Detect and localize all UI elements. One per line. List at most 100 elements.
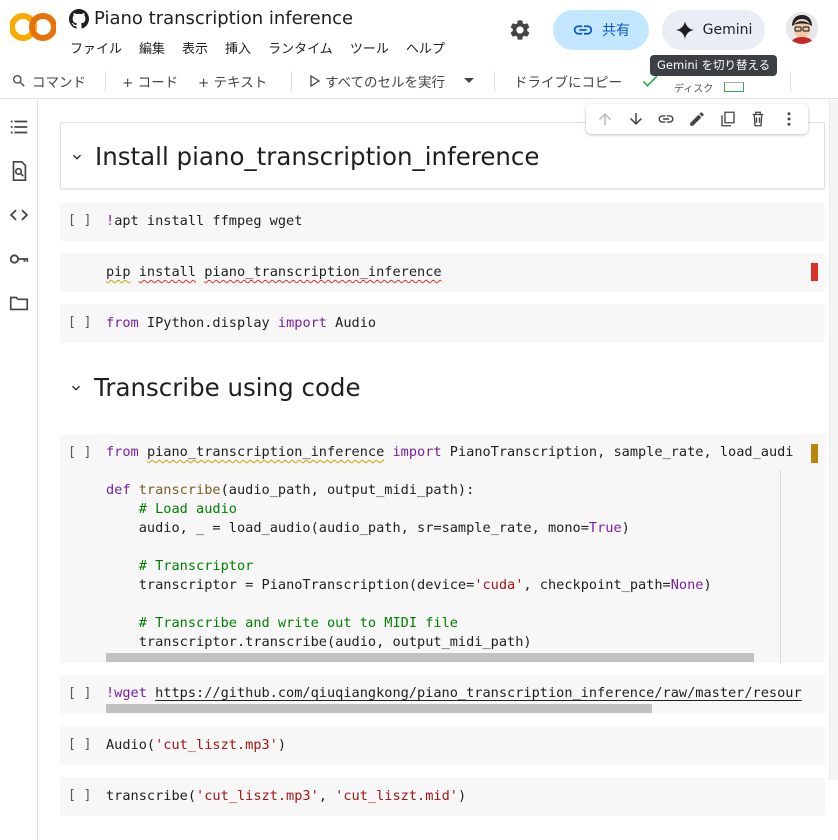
- chevron-down-icon[interactable]: [69, 149, 85, 165]
- add-text-button[interactable]: + テキスト: [198, 62, 267, 99]
- find-in-document-icon[interactable]: [8, 160, 30, 182]
- secrets-key-icon[interactable]: [8, 248, 30, 270]
- menu-view[interactable]: 表示: [182, 38, 208, 57]
- notebook-title[interactable]: Piano transcription inference: [94, 8, 353, 29]
- code-token: import: [392, 444, 442, 460]
- code-token: PianoTranscription, sample_rate, load_au…: [441, 444, 794, 460]
- code-token: ,: [318, 788, 336, 804]
- toolbar-divider: [291, 71, 292, 91]
- code-token: True: [588, 520, 622, 536]
- code-token: import: [277, 315, 327, 331]
- text-cell-transcribe[interactable]: Transcribe using code: [60, 368, 825, 408]
- code-url[interactable]: https://github.com/qiuqiangkong/piano_tr…: [155, 685, 802, 701]
- github-icon[interactable]: [69, 9, 89, 29]
- code-comment: # Transcribe and write out to MIDI file: [138, 615, 458, 631]
- code-cell[interactable]: pip install piano_transcription_inferenc…: [60, 253, 825, 292]
- code-editor[interactable]: Audio('cut_liszt.mp3'): [106, 736, 286, 755]
- mirror-cell-button[interactable]: [718, 109, 738, 129]
- code-token: transcribe: [138, 482, 221, 498]
- code-editor[interactable]: !apt install ffmpeg wget: [106, 212, 302, 231]
- share-button[interactable]: 共有: [553, 10, 649, 50]
- code-token: , checkpoint_path=: [523, 577, 671, 593]
- code-token: !: [106, 213, 115, 229]
- horizontal-scrollbar[interactable]: [106, 704, 652, 713]
- code-token: apt install ffmpeg wget: [114, 213, 303, 229]
- code-editor[interactable]: from piano_transcription_inference impor…: [106, 443, 794, 652]
- section-heading-install: Install piano_transcription_inference: [95, 142, 540, 171]
- cell-toolbar: [586, 104, 808, 134]
- code-cell[interactable]: [ ] from piano_transcription_inference i…: [60, 434, 825, 663]
- more-options-button[interactable]: [779, 109, 799, 129]
- code-token: pip: [106, 264, 131, 280]
- run-cell-button[interactable]: [ ]: [68, 686, 91, 701]
- code-cell[interactable]: [ ] !apt install ffmpeg wget: [60, 202, 825, 241]
- folder-icon[interactable]: [8, 292, 30, 314]
- code-token: IPython.display: [138, 315, 278, 331]
- code-token: piano_transcription_inference: [204, 264, 442, 280]
- left-sidebar: [0, 100, 38, 840]
- horizontal-scrollbar[interactable]: [106, 653, 754, 662]
- delete-button[interactable]: [748, 109, 768, 129]
- move-down-button[interactable]: [626, 109, 646, 129]
- caret-down-icon: [464, 77, 474, 83]
- run-cell-button[interactable]: [ ]: [68, 788, 91, 803]
- code-token: ): [277, 737, 287, 753]
- mirror-cell-icon: [720, 111, 735, 127]
- search-icon: [13, 74, 25, 87]
- disk-label: ディスク: [674, 84, 714, 95]
- code-comment: # Load audio: [138, 501, 237, 517]
- run-cell-button[interactable]: [ ]: [68, 315, 91, 330]
- command-palette-button[interactable]: コマンド: [11, 62, 86, 99]
- avatar[interactable]: [786, 12, 818, 44]
- table-of-contents-icon[interactable]: [8, 116, 30, 138]
- code-token: 'cut_liszt.mid': [335, 788, 458, 804]
- move-up-button[interactable]: [595, 109, 615, 129]
- code-token: ): [703, 577, 712, 593]
- code-token: Audio(: [106, 737, 156, 753]
- code-token: install: [138, 264, 197, 280]
- menu-edit[interactable]: 編集: [139, 38, 165, 57]
- copy-link-button[interactable]: [656, 109, 676, 129]
- code-token: ): [621, 520, 630, 536]
- chevron-down-icon[interactable]: [68, 380, 84, 396]
- pencil-icon: [690, 112, 704, 126]
- menu-tools[interactable]: ツール: [350, 38, 389, 57]
- code-editor[interactable]: from IPython.display import Audio: [106, 314, 376, 333]
- disk-usage-bar[interactable]: [724, 82, 744, 92]
- code-token: transcribe(: [106, 788, 197, 804]
- section-heading-transcribe: Transcribe using code: [94, 373, 361, 402]
- menu-bar: ファイル 編集 表示 挿入 ランタイム ツール ヘルプ: [70, 38, 462, 57]
- run-cell-button[interactable]: [ ]: [68, 445, 91, 460]
- code-editor[interactable]: transcribe('cut_liszt.mp3', 'cut_liszt.m…: [106, 787, 466, 806]
- edit-button[interactable]: [687, 109, 707, 129]
- arrow-down-icon: [629, 113, 642, 125]
- gemini-button[interactable]: Gemini: [662, 10, 765, 50]
- run-options-dropdown[interactable]: [463, 62, 475, 99]
- ruler-line: [780, 470, 781, 663]
- gear-icon[interactable]: [508, 18, 532, 42]
- run-all-button[interactable]: すべてのセルを実行: [310, 62, 445, 99]
- code-token: Audio: [327, 315, 377, 331]
- menu-runtime[interactable]: ランタイム: [268, 38, 333, 57]
- notebook-scrollbar[interactable]: [829, 100, 838, 780]
- run-cell-button[interactable]: [ ]: [68, 737, 91, 752]
- menu-file[interactable]: ファイル: [70, 38, 122, 57]
- run-all-label: すべてのセルを実行: [325, 74, 446, 91]
- warning-marker: [811, 444, 818, 463]
- colab-logo[interactable]: [10, 10, 56, 44]
- code-snippets-icon[interactable]: [8, 204, 30, 226]
- code-editor[interactable]: !wget https://github.com/qiuqiangkong/pi…: [106, 684, 802, 703]
- menu-help[interactable]: ヘルプ: [406, 38, 445, 57]
- code-cell[interactable]: [ ] !wget https://github.com/qiuqiangkon…: [60, 675, 825, 714]
- code-editor[interactable]: pip install piano_transcription_inferenc…: [106, 263, 442, 282]
- code-cell[interactable]: [ ] transcribe('cut_liszt.mp3', 'cut_lis…: [60, 777, 825, 816]
- add-code-button[interactable]: + コード: [122, 62, 178, 99]
- code-cell[interactable]: [ ] Audio('cut_liszt.mp3'): [60, 726, 825, 765]
- gemini-tooltip: Gemini を切り替える: [650, 55, 778, 76]
- run-cell-button[interactable]: [ ]: [68, 213, 91, 228]
- code-cell[interactable]: [ ] from IPython.display import Audio: [60, 304, 825, 343]
- play-icon: [310, 74, 320, 87]
- code-comment: # Transcriptor: [138, 558, 254, 574]
- copy-to-drive-button[interactable]: ドライブにコピー: [514, 62, 622, 99]
- menu-insert[interactable]: 挿入: [225, 38, 251, 57]
